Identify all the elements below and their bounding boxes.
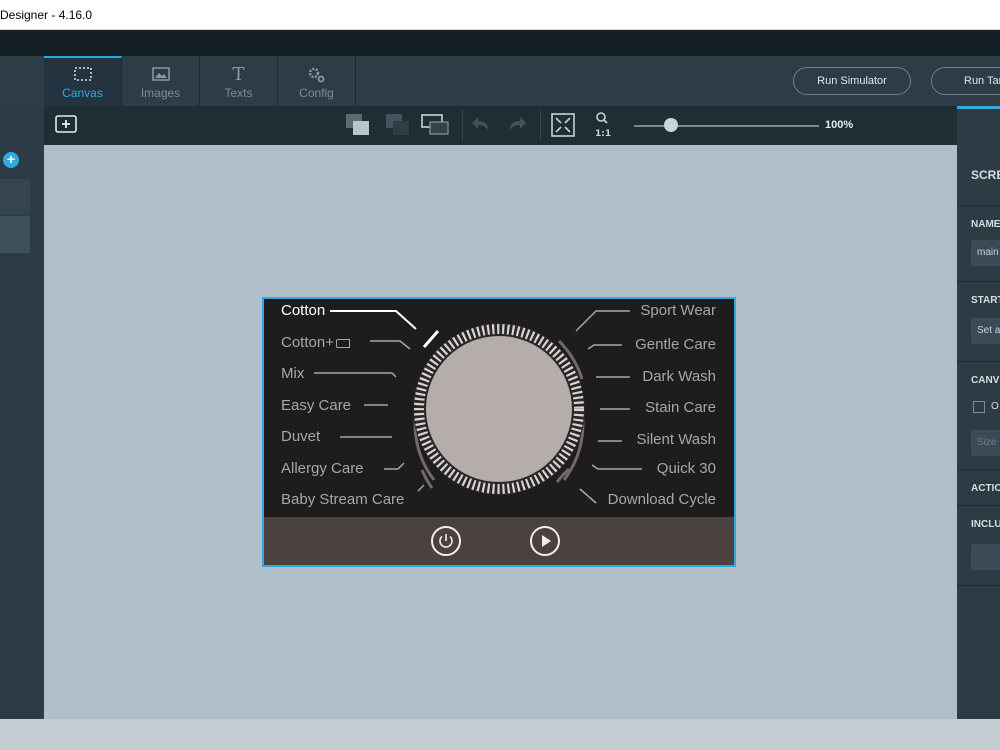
text-icon: T <box>232 64 245 85</box>
start-field[interactable]: Set a <box>971 318 1000 344</box>
canvas-toolbar: 1:1 100% <box>44 106 957 145</box>
power-button[interactable] <box>431 526 461 556</box>
program-label-duvet[interactable]: Duvet <box>281 428 320 445</box>
zoom-slider-track[interactable] <box>634 125 819 127</box>
program-label-easy-care[interactable]: Easy Care <box>281 397 351 414</box>
send-to-back-icon[interactable] <box>384 112 410 138</box>
program-label-allergy-care[interactable]: Allergy Care <box>281 460 364 477</box>
separator <box>462 110 463 141</box>
tag-icon <box>335 338 350 348</box>
tab-images[interactable]: Images <box>122 56 200 106</box>
bring-to-front-icon[interactable] <box>344 112 370 138</box>
actions-label: ACTIO <box>971 483 1000 494</box>
svg-text:1:1: 1:1 <box>595 129 611 139</box>
tab-canvas[interactable]: Canvas <box>44 56 122 106</box>
program-label-silent-wash[interactable]: Silent Wash <box>637 431 716 448</box>
properties-panel: SCRE NAME main START Set a CANV O Size A… <box>957 106 1000 719</box>
screen-preview[interactable]: Cotton Cotton+ Mix Easy Care Duvet Aller… <box>262 297 736 567</box>
start-label: START <box>971 295 1000 306</box>
zoom-level: 100% <box>825 119 854 131</box>
menu-strip <box>0 30 1000 56</box>
screen-list-item-selected[interactable] <box>0 216 30 253</box>
title-bar: Designer - 4.16.0 <box>0 0 1000 30</box>
program-label-mix[interactable]: Mix <box>281 365 304 382</box>
program-label-gentle-care[interactable]: Gentle Care <box>635 336 716 353</box>
program-label-quick-30[interactable]: Quick 30 <box>657 460 716 477</box>
program-label-cotton-plus[interactable]: Cotton+ <box>281 334 350 351</box>
separator <box>540 110 541 141</box>
status-bar <box>0 719 1000 750</box>
config-icon <box>278 66 355 84</box>
name-field[interactable]: main <box>971 240 1000 266</box>
canvas-option-label: O <box>991 401 999 412</box>
start-button[interactable] <box>530 526 560 556</box>
control-bar <box>264 517 734 565</box>
tab-config[interactable]: Config <box>278 56 356 106</box>
name-section: NAME main <box>957 206 1000 282</box>
main-toolbar: Canvas Images T Texts Config Run Simulat… <box>0 56 1000 106</box>
includes-field[interactable] <box>971 544 1000 570</box>
program-label-baby-stream-care[interactable]: Baby Stream Care <box>281 491 404 508</box>
actions-section: ACTIO <box>957 470 1000 506</box>
name-label: NAME <box>971 219 1000 230</box>
undo-icon[interactable] <box>470 112 496 138</box>
arrange-icon[interactable] <box>420 112 449 138</box>
add-screen-icon[interactable]: + <box>3 152 19 168</box>
left-panel: + <box>0 106 44 719</box>
includes-label: INCLU <box>971 519 1000 530</box>
play-icon <box>542 535 551 547</box>
program-label-download-cycle[interactable]: Download Cycle <box>608 491 716 508</box>
selection-icon <box>44 66 121 84</box>
canvas-option-checkbox[interactable] <box>973 401 985 413</box>
start-section: START Set a <box>957 282 1000 362</box>
screen-section-title: SCRE <box>971 168 1000 182</box>
fit-to-screen-icon[interactable] <box>550 112 576 138</box>
screen-section: SCRE <box>957 106 1000 206</box>
program-label-sport-wear[interactable]: Sport Wear <box>640 302 716 319</box>
tab-texts[interactable]: T Texts <box>200 56 278 106</box>
canvas-label: CANV <box>971 375 1000 386</box>
includes-section: INCLU <box>957 506 1000 586</box>
run-simulator-button[interactable]: Run Simulator <box>793 67 911 95</box>
program-label-stain-care[interactable]: Stain Care <box>645 399 716 416</box>
run-target-button[interactable]: Run Tar <box>931 67 1000 95</box>
power-icon <box>439 534 453 548</box>
zoom-actual-size-icon[interactable]: 1:1 <box>592 111 618 139</box>
program-label-dark-wash[interactable]: Dark Wash <box>642 368 716 385</box>
image-icon <box>122 66 199 84</box>
zoom-slider-handle[interactable] <box>664 118 678 132</box>
size-field[interactable]: Size <box>971 430 1000 456</box>
redo-icon[interactable] <box>506 112 532 138</box>
window-title: Designer - 4.16.0 <box>0 8 93 22</box>
program-label-cotton[interactable]: Cotton <box>281 302 325 319</box>
screen-list-item[interactable] <box>0 179 30 215</box>
design-canvas[interactable]: Cotton Cotton+ Mix Easy Care Duvet Aller… <box>44 145 957 719</box>
canvas-section: CANV O Size <box>957 362 1000 470</box>
panel-edge <box>30 179 44 719</box>
add-widget-icon[interactable] <box>54 113 80 139</box>
